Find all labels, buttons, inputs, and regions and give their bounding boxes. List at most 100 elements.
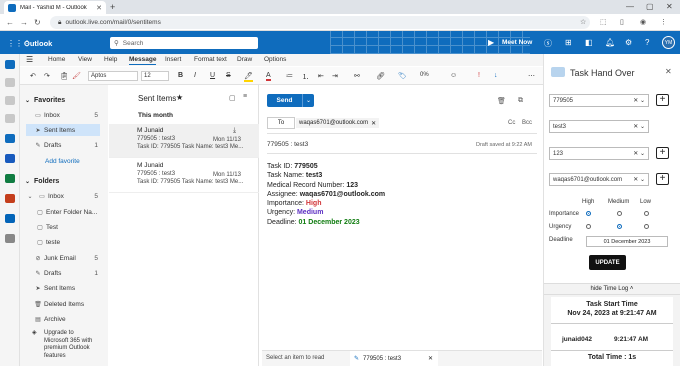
close-icon[interactable]: ✕ (665, 67, 672, 76)
meet-now-button[interactable]: Meet Now (502, 39, 532, 46)
new-tab-icon[interactable]: + (110, 2, 115, 12)
deadline-input[interactable]: 01 December 2023 (586, 236, 668, 247)
select-icon[interactable]: ▢ (229, 94, 236, 102)
bcc-link[interactable]: Bcc (522, 120, 532, 126)
folder-junk-email[interactable]: ⊘ Junk Email 5 (20, 252, 108, 264)
folder-inbox[interactable]: ⌄ ▭ Inbox 5 (20, 190, 108, 202)
highlight-icon[interactable]: 🖊︎ (244, 72, 253, 82)
clear-icon[interactable]: ✕ (633, 123, 638, 130)
avatar[interactable]: YM (662, 36, 675, 49)
sensitivity-icon[interactable]: 🏷︎ (398, 72, 407, 80)
minimize-icon[interactable]: — (626, 2, 634, 11)
importance-low-radio[interactable] (644, 211, 649, 216)
people-icon[interactable] (5, 96, 15, 105)
clipboard-icon[interactable]: 📋︎ (60, 72, 69, 80)
assignee-select[interactable]: waqas6701@outlook.com ✕ ⌄ (549, 173, 649, 186)
urgency-medium-radio[interactable] (617, 224, 622, 229)
popout-icon[interactable]: ⧉ (518, 97, 523, 105)
cc-link[interactable]: Cc (508, 120, 515, 126)
close-window-icon[interactable]: ✕ (666, 2, 673, 11)
send-button[interactable]: Send (267, 94, 302, 107)
task-name-select[interactable]: test3 ✕ ⌄ (549, 120, 649, 133)
strikethrough-icon[interactable]: S (226, 72, 231, 79)
priority-high-icon[interactable]: ! (478, 72, 480, 79)
extension-icon[interactable]: ⬚ (600, 18, 607, 26)
help-icon[interactable]: ? (645, 38, 649, 47)
download-icon[interactable]: ⤓ (233, 127, 236, 135)
urgency-high-radio[interactable] (586, 224, 591, 229)
star-icon[interactable]: ☆ (580, 18, 586, 26)
list-item[interactable]: M Junaid 779505 : test3 Task ID: 779505 … (109, 159, 259, 193)
importance-high-radio[interactable] (586, 211, 591, 216)
add-mrn-button[interactable]: + (656, 147, 669, 159)
fav-inbox[interactable]: ▭ Inbox 5 (20, 109, 108, 121)
update-button[interactable]: UPDATE (589, 255, 626, 270)
bell-icon[interactable]: 🔔︎ (605, 38, 615, 47)
favorites-header[interactable]: ⌄ Favorites (20, 94, 108, 106)
forward-icon[interactable]: → (20, 18, 28, 27)
todo-icon[interactable] (5, 134, 15, 143)
task-id-select[interactable]: 779505 ✕ ⌄ (549, 94, 649, 107)
mail-icon[interactable] (5, 60, 15, 69)
to-button[interactable]: To (267, 117, 295, 129)
font-size-select[interactable]: 12 (141, 71, 169, 81)
tab-format-text[interactable]: Format text (194, 56, 227, 63)
browser-tab[interactable]: Mail - Yashid M - Outlook ✕ (4, 1, 106, 14)
collapse-pane-icon[interactable]: ☰ (26, 55, 33, 64)
remove-recipient-icon[interactable]: ✕ (371, 120, 376, 127)
send-options-chevron-icon[interactable]: ⌄ (302, 94, 314, 107)
list-item[interactable]: M Junaid 779505 : test3 Task ID: 779505 … (109, 124, 259, 158)
folder-teste[interactable]: ▢ teste (20, 236, 108, 248)
tab-help[interactable]: Help (104, 56, 117, 63)
urgency-low-radio[interactable] (644, 224, 649, 229)
emoji-icon[interactable]: ☺ (450, 72, 457, 79)
decrease-indent-icon[interactable]: ⇤ (318, 72, 324, 80)
sidebar-icon[interactable]: ▯ (620, 18, 624, 26)
importance-medium-radio[interactable] (617, 211, 622, 216)
upgrade-promo[interactable]: ◈ Upgrade to Microsoft 365 with premium … (32, 330, 92, 360)
maximize-icon[interactable]: ▢ (646, 2, 654, 11)
fav-sent-items[interactable]: ➤ Sent Items (26, 124, 100, 136)
folder-enter-folder-name[interactable]: ▢ Enter Folder Na... (20, 206, 108, 218)
folder-drafts[interactable]: ✎ Drafts 1 (20, 267, 108, 279)
clear-icon[interactable]: ✕ (633, 176, 638, 183)
calendar-icon[interactable] (5, 78, 15, 87)
folder-deleted-items[interactable]: 🗑︎ Deleted Items (20, 298, 108, 310)
onedrive-icon[interactable] (5, 214, 15, 223)
bullets-icon[interactable]: ≔ (286, 72, 293, 80)
folder-test[interactable]: ▢ Test (20, 221, 108, 233)
styles-icon[interactable]: ⚯ (354, 72, 360, 80)
add-favorite-link[interactable]: Add favorite (20, 155, 108, 167)
tab-insert[interactable]: Insert (165, 56, 181, 63)
fav-drafts[interactable]: ✎ Drafts 1 (20, 139, 108, 151)
mrn-select[interactable]: 123 ✕ ⌄ (549, 147, 649, 160)
folder-archive[interactable]: ▤ Archive (20, 313, 108, 325)
tab-options[interactable]: Options (264, 56, 286, 63)
subject-field[interactable]: 779505 : test3 (267, 141, 308, 148)
redo-icon[interactable]: ↷ (44, 72, 50, 80)
apps-icon[interactable] (5, 234, 15, 243)
folder-sent-items[interactable]: ➤ Sent Items (20, 282, 108, 294)
profile-icon[interactable]: ◉ (640, 18, 646, 26)
clear-icon[interactable]: ✕ (633, 97, 638, 104)
recipient-chip[interactable]: waqas6701@outlook.com ✕ (296, 118, 380, 128)
tab-draw[interactable]: Draw (237, 56, 252, 63)
word-icon[interactable] (5, 154, 15, 163)
gear-icon[interactable]: ⚙ (625, 38, 632, 47)
attach-icon[interactable] (5, 114, 15, 123)
add-assignee-button[interactable]: + (656, 173, 669, 185)
folders-header[interactable]: ⌄ Folders (20, 175, 108, 187)
hide-time-log-toggle[interactable]: hide Time Log ˄ (544, 283, 680, 295)
zoom-value[interactable]: 0% (420, 72, 429, 78)
trash-icon[interactable]: 🗑︎ (497, 97, 506, 105)
tab-view[interactable]: View (78, 56, 92, 63)
back-icon[interactable]: ← (6, 18, 14, 27)
skype-icon[interactable]: ⓢ (544, 38, 552, 49)
format-painter-icon[interactable]: 🖌︎ (72, 72, 81, 80)
font-color-icon[interactable]: A (266, 72, 271, 81)
close-tab-icon[interactable]: ✕ (96, 4, 102, 12)
font-name-select[interactable]: Aptos (88, 71, 138, 81)
draft-tab[interactable]: ✎ 779505 : test3 ✕ (350, 351, 438, 366)
link-icon[interactable]: 🔗︎ (376, 72, 385, 80)
office-icon[interactable]: ◧ (585, 38, 593, 47)
